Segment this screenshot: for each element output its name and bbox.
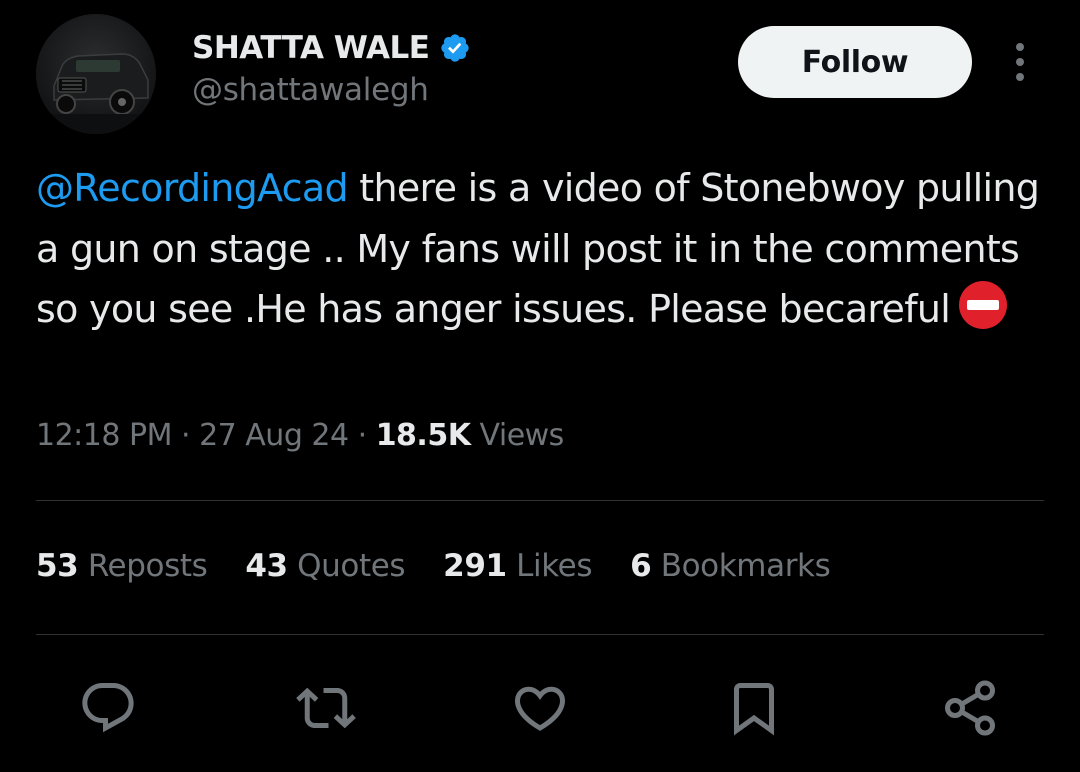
avatar-car-image bbox=[36, 14, 156, 134]
bookmark-icon[interactable] bbox=[724, 678, 784, 738]
avatar[interactable] bbox=[36, 14, 156, 134]
like-icon[interactable] bbox=[510, 678, 570, 738]
tweet-text: @RecordingAcad there is a video of Stone… bbox=[36, 158, 1046, 340]
meta-separator: · bbox=[348, 418, 376, 453]
tweet-meta: 12:18 PM · 27 Aug 24 · 18.5K Views bbox=[36, 418, 564, 453]
engagement-stats: 53 Reposts 43 Quotes 291 Likes 6 Bookmar… bbox=[36, 548, 868, 584]
stat-bookmarks[interactable]: 6 Bookmarks bbox=[630, 548, 831, 584]
divider bbox=[36, 500, 1044, 501]
repost-icon[interactable] bbox=[296, 678, 356, 738]
author-name-row[interactable]: SHATTA WALE bbox=[192, 28, 471, 68]
tweet-time[interactable]: 12:18 PM bbox=[36, 418, 172, 453]
author-handle[interactable]: @shattawalegh bbox=[192, 72, 429, 108]
verified-badge-icon bbox=[441, 34, 470, 62]
views-label: Views bbox=[470, 418, 564, 453]
display-name[interactable]: SHATTA WALE bbox=[192, 30, 430, 66]
stat-likes[interactable]: 291 Likes bbox=[443, 548, 592, 584]
more-vertical-icon[interactable] bbox=[1004, 40, 1036, 84]
divider bbox=[36, 634, 1044, 635]
reply-icon[interactable] bbox=[78, 678, 138, 738]
stat-quotes[interactable]: 43 Quotes bbox=[245, 548, 405, 584]
stat-reposts[interactable]: 53 Reposts bbox=[36, 548, 208, 584]
share-icon[interactable] bbox=[940, 678, 1000, 738]
mention-link[interactable]: @RecordingAcad bbox=[36, 166, 349, 210]
no-entry-icon bbox=[959, 281, 1008, 329]
meta-separator: · bbox=[171, 418, 200, 453]
follow-button[interactable]: Follow bbox=[738, 26, 972, 98]
tweet-date[interactable]: 27 Aug 24 bbox=[199, 418, 349, 453]
views-count: 18.5K bbox=[375, 418, 471, 453]
